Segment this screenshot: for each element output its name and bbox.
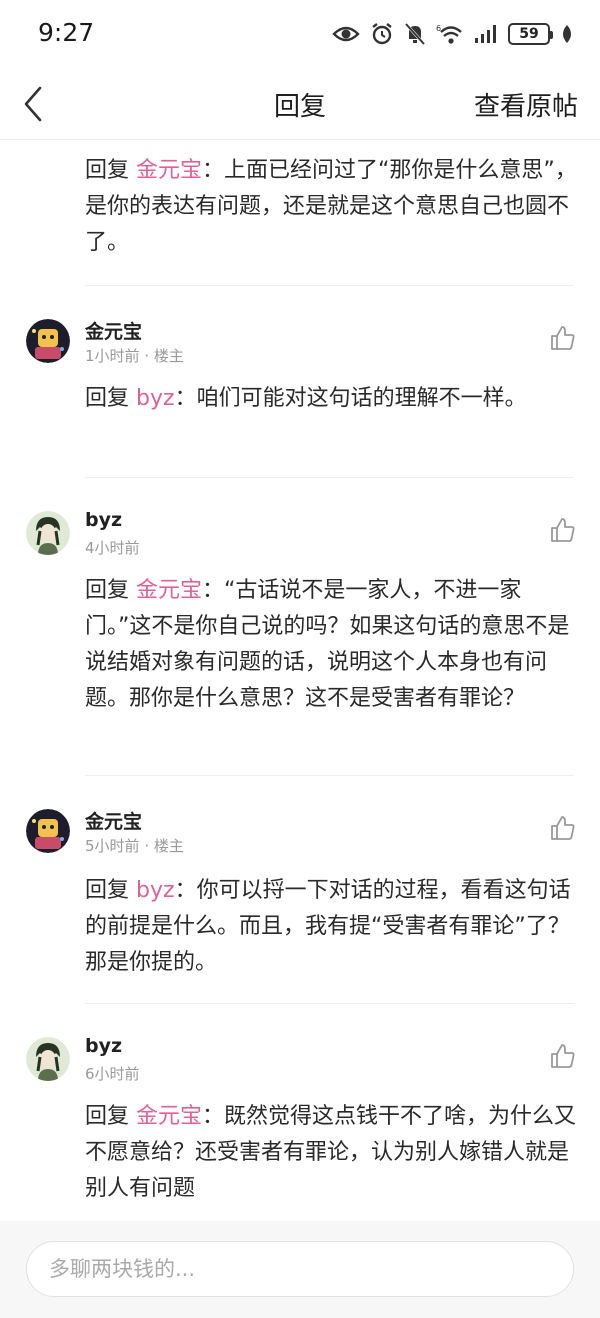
avatar[interactable] [26, 1037, 70, 1081]
chevron-left-icon [24, 86, 42, 122]
divider [85, 775, 574, 776]
mention-link[interactable]: 金元宝 [136, 578, 202, 603]
mute-icon [404, 22, 426, 46]
nav-bar: 回复 查看原帖 [0, 68, 600, 140]
leaf-icon [563, 25, 571, 43]
bottom-bar: 多聊两块钱的... [0, 1221, 600, 1318]
like-button[interactable] [550, 815, 576, 841]
reply-body: 回复 byz：咱们可能对这句话的理解不一样。 [85, 381, 580, 417]
divider [85, 1003, 574, 1004]
reply-time: 4小时前 [85, 539, 140, 557]
reply-prefix: 回复 [85, 386, 130, 411]
username[interactable]: byz [85, 1035, 122, 1057]
author-badge: · 楼主 [144, 347, 184, 365]
reply-prefix: 回复 [85, 578, 130, 603]
reply-list[interactable]: 回复 金元宝：上面已经问过了“那你是什么意思”，是你的表达有问题，还是就是这个意… [0, 141, 600, 1221]
reply-body: 回复 金元宝：“古话说不是一家人，不进一家门。”这不是你自己说的吗？如果这句话的… [85, 573, 580, 717]
divider [85, 285, 574, 286]
back-button[interactable] [14, 80, 58, 128]
reply-meta: 5小时前 · 楼主 [85, 835, 184, 856]
view-original-button[interactable]: 查看原帖 [474, 86, 578, 123]
divider [85, 477, 574, 478]
reply-prefix: 回复 [85, 878, 130, 903]
status-bar: 9:27 6 59 [0, 0, 600, 68]
svg-text:6: 6 [436, 24, 441, 33]
signal-icon [475, 25, 496, 43]
eye-icon [332, 26, 360, 42]
username[interactable]: 金元宝 [85, 317, 142, 344]
mention-link[interactable]: 金元宝 [136, 1104, 202, 1129]
thumbs-up-icon [551, 816, 575, 840]
thumbs-up-icon [551, 1044, 575, 1068]
wifi-icon: 6 [436, 24, 462, 44]
reply-prefix: 回复 [85, 1104, 130, 1129]
comment-input[interactable]: 多聊两块钱的... [26, 1241, 574, 1297]
like-button[interactable] [550, 1043, 576, 1069]
username[interactable]: 金元宝 [85, 807, 142, 834]
reply-time: 1小时前 [85, 347, 140, 365]
reply-body: 回复 金元宝：上面已经问过了“那你是什么意思”，是你的表达有问题，还是就是这个意… [85, 153, 580, 261]
like-button[interactable] [550, 325, 576, 351]
username[interactable]: byz [85, 509, 122, 531]
avatar[interactable] [26, 511, 70, 555]
avatar[interactable] [26, 319, 70, 363]
alarm-icon [372, 23, 392, 45]
reply-meta: 6小时前 [85, 1063, 140, 1084]
reply-prefix: 回复 [85, 158, 130, 183]
like-button[interactable] [550, 517, 576, 543]
thumbs-up-icon [551, 518, 575, 542]
reply-time: 6小时前 [85, 1065, 140, 1083]
reply-text: ：咱们可能对这句话的理解不一样。 [174, 386, 527, 411]
mention-link[interactable]: byz [136, 878, 175, 903]
reply-body: 回复 byz：你可以捋一下对话的过程，看看这句话的前提是什么。而且，我有提“受害… [85, 873, 580, 981]
avatar[interactable] [26, 809, 70, 853]
reply-time: 5小时前 [85, 837, 140, 855]
status-icons: 6 59 [332, 20, 574, 48]
mention-link[interactable]: byz [136, 386, 175, 411]
battery-icon: 59 [508, 23, 553, 45]
thumbs-up-icon [551, 326, 575, 350]
mention-link[interactable]: 金元宝 [136, 158, 202, 183]
reply-body: 回复 金元宝：既然觉得这点钱干不了啥，为什么又不愿意给？还受害者有罪论，认为别人… [85, 1099, 580, 1207]
status-time: 9:27 [38, 18, 95, 47]
reply-meta: 1小时前 · 楼主 [85, 345, 184, 366]
author-badge: · 楼主 [144, 837, 184, 855]
reply-meta: 4小时前 [85, 537, 140, 558]
